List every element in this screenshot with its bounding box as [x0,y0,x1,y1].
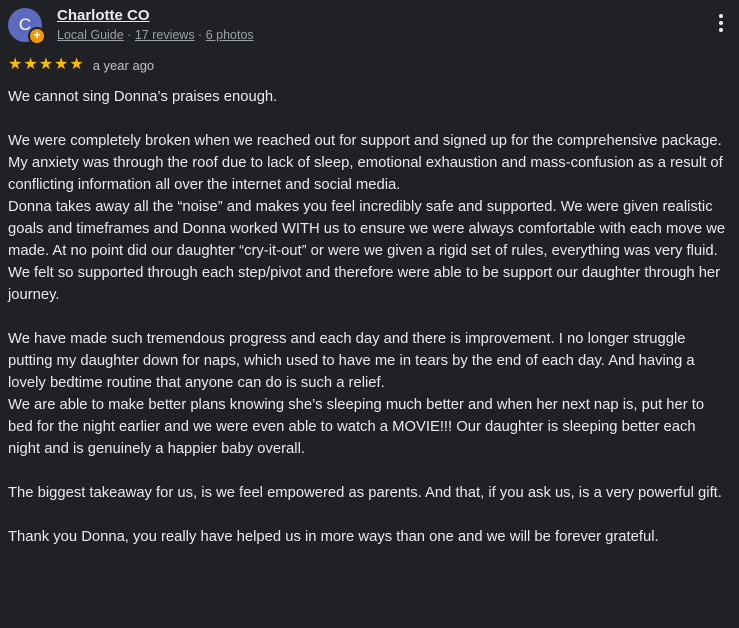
star-icon: ★ [69,56,84,73]
star-icon: ★ [23,56,38,73]
reviewer-meta: Local Guide · 17 reviews · 6 photos [57,28,254,42]
more-vert-icon[interactable] [717,14,725,36]
review-paragraph: We have made such tremendous progress an… [8,331,695,391]
star-icon: ★ [8,56,23,73]
review-paragraph: Thank you Donna, you really have helped … [8,529,659,545]
local-guide-badge-icon: + [28,27,46,45]
meta-separator: · [123,28,135,42]
reviewer-name[interactable]: Charlotte CO [57,7,150,24]
photos-count-link[interactable]: 6 photos [206,28,254,42]
review-paragraph: We were completely broken when we reache… [8,133,722,149]
review-paragraph: The biggest takeaway for us, is we feel … [8,485,722,501]
review-paragraph: We cannot sing Donna’s praises enough. [8,89,278,105]
review-paragraph: We are able to make better plans knowing… [8,397,705,457]
review-text: We cannot sing Donna’s praises enough. W… [8,86,730,548]
rating-row: ★ ★ ★ ★ ★ a year ago [8,56,154,74]
local-guide-link[interactable]: Local Guide [57,28,124,42]
meta-separator: · [194,28,206,42]
review-paragraph: We felt so supported through each step/p… [8,265,721,303]
review-time: a year ago [92,57,155,73]
reviews-count-link[interactable]: 17 reviews [135,28,195,42]
star-icon: ★ [38,56,54,73]
star-icon: ★ [54,56,69,73]
avatar[interactable]: C + [8,8,46,45]
review-paragraph: Donna takes away all the “noise” and mak… [8,199,726,259]
review-paragraph: My anxiety was through the roof due to l… [8,155,723,193]
